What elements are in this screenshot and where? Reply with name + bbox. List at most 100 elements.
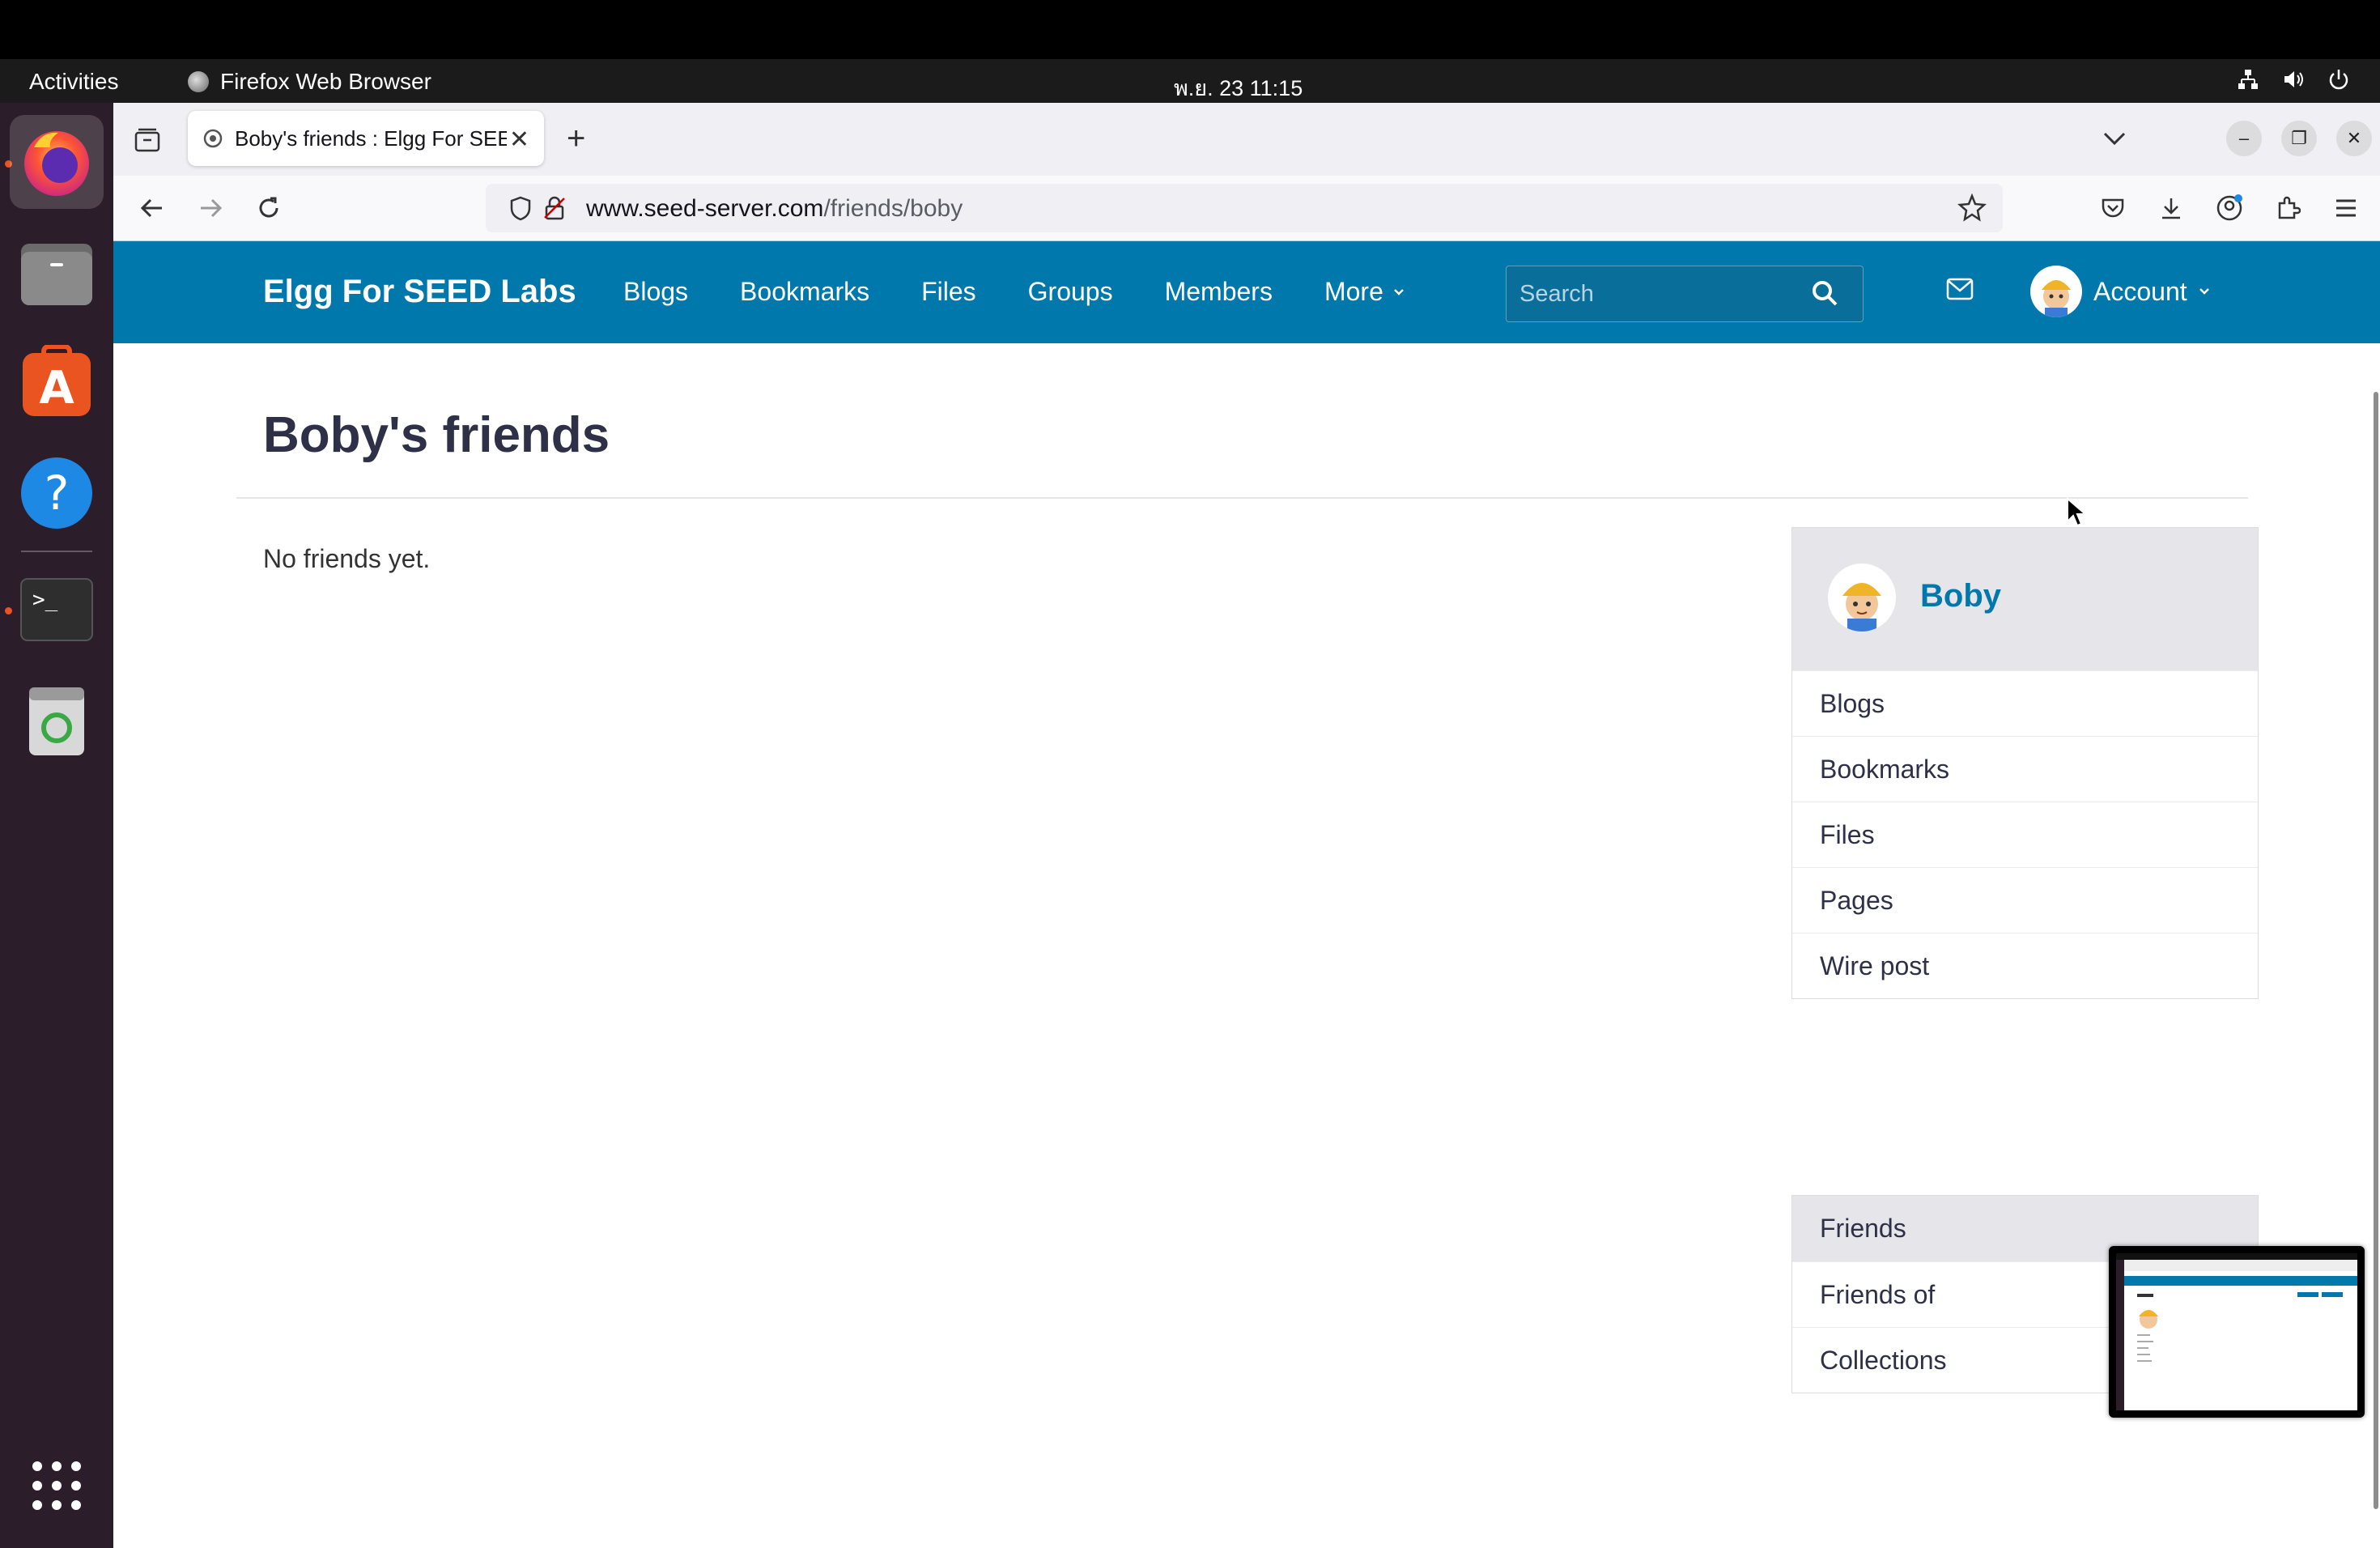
forward-button[interactable] [193,190,228,226]
site-menu: Blogs Bookmarks Files Groups Members Mor… [623,277,1405,307]
url-bar[interactable]: www.seed-server.com/friends/boby [486,184,2003,232]
maximize-button[interactable]: ❐ [2281,121,2317,156]
extensions-icon[interactable] [2270,190,2306,226]
dock-trash[interactable] [10,673,104,767]
tab-active[interactable]: Boby's friends : Elgg For SEED Labs ✕ [188,111,544,166]
dock-show-apps[interactable] [10,1439,104,1533]
firefox-window: Boby's friends : Elgg For SEED Labs ✕ + … [113,103,2380,1548]
tab-bar: Boby's friends : Elgg For SEED Labs ✕ + … [113,103,2380,176]
page-title: Boby's friends [263,407,610,463]
help-icon: ? [21,457,92,529]
nav-more-label: More [1324,277,1383,306]
owner-menu-pages[interactable]: Pages [1792,867,2258,933]
reload-icon [259,197,278,218]
firefox-view-button[interactable] [130,122,165,158]
owner-name-link[interactable]: Boby [1920,578,2001,615]
mouse-pointer-icon [2067,497,2087,527]
reload-button[interactable] [251,190,287,226]
title-divider [236,497,2248,499]
back-button[interactable] [134,190,170,226]
svg-text:>_: >_ [32,588,58,612]
user-avatar [2030,266,2082,317]
scrollbar-thumb[interactable] [2374,392,2378,1509]
firefox-icon [24,131,89,196]
nav-bar: www.seed-server.com/friends/boby [113,176,2380,241]
app-name-label: Firefox Web Browser [220,69,431,94]
app-menu[interactable]: Firefox Web Browser [188,69,431,95]
owner-menu: Blogs Bookmarks Files Pages Wire post [1791,670,2259,999]
owner-menu-bookmarks[interactable]: Bookmarks [1792,736,2258,802]
nav-files[interactable]: Files [921,277,976,307]
power-icon [2329,70,2348,90]
app-grid-icon [32,1461,81,1510]
nav-blogs[interactable]: Blogs [623,277,688,307]
tab-close-icon[interactable]: ✕ [509,125,529,154]
nav-bookmarks[interactable]: Bookmarks [740,277,869,307]
owner-menu-blogs[interactable]: Blogs [1792,670,2258,736]
account-menu[interactable]: Account [2030,266,2210,317]
back-arrow-icon [140,198,162,218]
downloads-icon[interactable] [2153,190,2189,226]
elgg-topbar: Elgg For SEED Labs Blogs Bookmarks Files… [113,241,2380,343]
hamburger-menu-icon[interactable] [2328,190,2364,226]
clock[interactable]: พ.ย. 23 11:15 [1174,70,1303,105]
owner-menu-files[interactable]: Files [1792,802,2258,867]
files-icon [21,244,92,305]
url-host: www.seed-server.com [586,195,824,222]
system-tray[interactable] [2236,67,2351,91]
search-icon[interactable] [1811,279,1838,307]
network-icon [2238,70,2258,89]
owner-block: Boby [1791,527,2259,671]
insecure-lock-icon[interactable] [542,195,567,221]
dock-files[interactable] [10,226,104,320]
list-all-tabs-icon[interactable] [2103,126,2126,151]
dock-firefox[interactable] [10,115,104,209]
screenshot-preview-image [2116,1253,2357,1410]
nav-members[interactable]: Members [1165,277,1273,307]
owner-menu-wire-post[interactable]: Wire post [1792,933,2258,998]
page-scrollbar[interactable] [2372,343,2380,1509]
tab-title: Boby's friends : Elgg For SEED Labs [235,125,507,151]
terminal-icon: >_ [20,578,93,641]
ubuntu-dock: A ? >_ [0,103,113,1548]
account-circle-icon[interactable] [2212,190,2247,226]
toolbar-icons [2095,190,2364,226]
firefox-view-icon [134,128,160,152]
account-label: Account [2093,276,2187,306]
elgg-favicon-icon [203,129,223,148]
dock-terminal[interactable]: >_ [10,563,104,657]
web-page: Elgg For SEED Labs Blogs Bookmarks Files… [113,241,2380,1548]
dock-help[interactable]: ? [10,446,104,540]
url-path: /friends/boby [823,195,963,222]
site-name-link[interactable]: Elgg For SEED Labs [263,274,576,310]
window-controls: – ❐ ✕ [2103,121,2372,156]
svg-text:?: ? [45,466,70,521]
empty-list-message: No friends yet. [263,544,431,573]
pocket-icon[interactable] [2095,190,2131,226]
messages-envelope-icon[interactable] [1946,277,1974,301]
close-window-button[interactable]: ✕ [2336,121,2372,156]
dock-app-center[interactable]: A [10,335,104,429]
activities-button[interactable]: Activities [29,69,118,95]
tracking-shield-icon[interactable] [508,195,533,221]
search-placeholder: Search [1519,281,1594,307]
bookmark-star-icon[interactable] [1957,194,1987,223]
firefox-small-icon [188,71,209,92]
screenshot-thumbnail[interactable] [2109,1246,2365,1418]
minimize-button[interactable]: – [2226,121,2262,156]
forward-arrow-icon [201,198,223,218]
chevron-down-icon [1393,288,1404,296]
trash-icon [29,687,84,755]
url-text[interactable]: www.seed-server.com/friends/boby [586,195,963,223]
chevron-down-icon [2199,288,2209,295]
owner-avatar[interactable] [1828,563,1896,632]
nav-groups[interactable]: Groups [1028,277,1113,307]
top-black-strip [0,0,2380,59]
svg-text:A: A [39,362,74,415]
search-input[interactable]: Search [1506,266,1864,322]
new-tab-button[interactable]: + [567,121,585,157]
volume-icon [2284,71,2303,87]
nav-more[interactable]: More [1324,277,1405,307]
app-center-icon: A [23,345,91,416]
gnome-top-bar: Activities Firefox Web Browser พ.ย. 23 1… [0,59,2380,103]
